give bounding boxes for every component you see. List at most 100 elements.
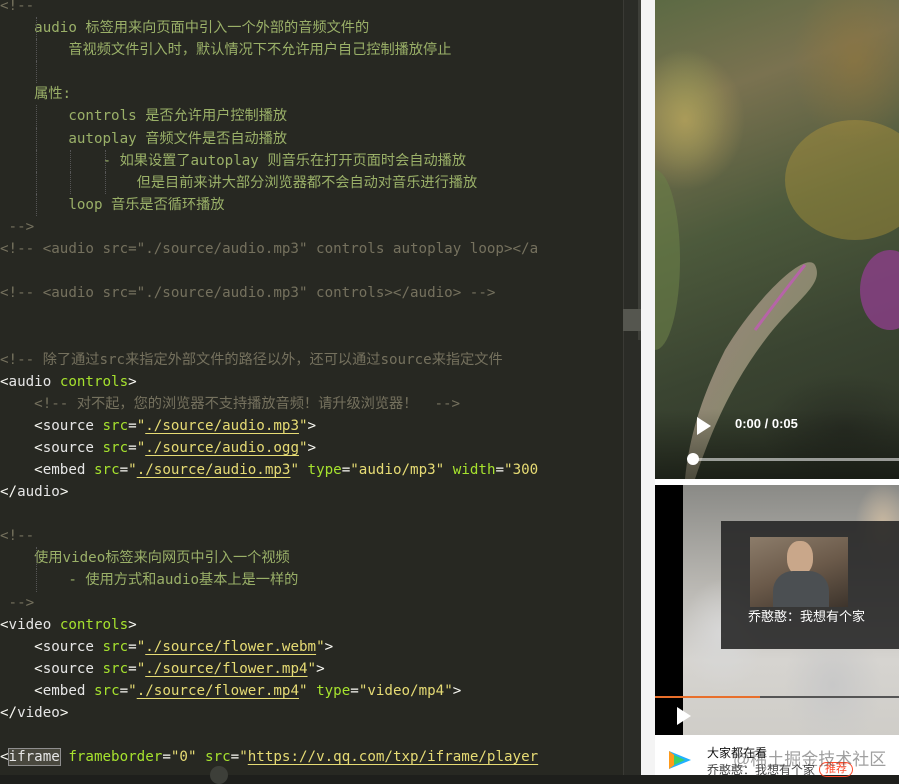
- iframe-progress-fill: [655, 696, 760, 698]
- code-line: <!-- 对不起，您的浏览器不支持播放音频！请升级浏览器！ -->: [0, 393, 538, 415]
- code-token: ": [128, 461, 137, 478]
- tencent-video-logo-icon[interactable]: [665, 745, 695, 775]
- indent-guide: [104, 171, 106, 194]
- code-token: source: [42, 439, 94, 456]
- code-line: <source src="./source/audio.mp3">: [0, 415, 538, 437]
- code-line: <source src="./source/audio.ogg">: [0, 437, 538, 459]
- indent-guide: [104, 149, 106, 172]
- code-token: autoplay 音频文件是否自动播放: [0, 130, 288, 147]
- code-line: [0, 61, 538, 84]
- code-token: >: [59, 484, 69, 501]
- code-line: <!--: [0, 0, 538, 17]
- code-line: <source src="./source/flower.mp4">: [0, 658, 538, 680]
- code-token: >: [128, 373, 137, 390]
- code-token: <: [0, 373, 9, 390]
- code-token: ./source/flower.webm: [145, 638, 317, 655]
- code-token: 使用video标签来向网页中引入一个视频: [0, 550, 290, 567]
- thumbnail-person-face: [787, 541, 813, 575]
- video-progress-track[interactable]: [693, 458, 899, 461]
- code-token: video: [8, 616, 52, 633]
- code-token: controls: [59, 373, 129, 390]
- code-token: src: [93, 682, 120, 699]
- code-token: 属性:: [0, 86, 72, 103]
- code-token: </: [0, 705, 18, 721]
- code-token: >: [452, 682, 462, 699]
- code-token: ./source/audio.mp3: [136, 461, 291, 478]
- code-lines: <!-- audio 标签用来向页面中引入一个外部的音频文件的 音视频文件引入时…: [0, 0, 538, 768]
- code-line: 但是目前来讲大部分浏览器都不会自动对音乐进行播放: [0, 171, 538, 194]
- code-line: <!-- <audio src="./source/audio.mp3" con…: [0, 238, 538, 260]
- code-token: frameborder: [68, 749, 163, 766]
- code-line: 音视频文件引入时，默认情况下不允许用户自己控制播放停止: [0, 39, 538, 62]
- code-token: =: [230, 749, 240, 766]
- code-token: width: [452, 461, 496, 478]
- code-token: =: [341, 461, 351, 478]
- code-token: >: [307, 417, 317, 434]
- code-line: <!-- <audio src="./source/audio.mp3" con…: [0, 282, 538, 304]
- code-token: ": [128, 682, 137, 699]
- code-token: =: [119, 682, 129, 699]
- code-token: src: [205, 749, 231, 766]
- code-token: =: [128, 638, 137, 655]
- iframe-video-area[interactable]: 乔憨憨：我想有个家: [655, 485, 899, 735]
- play-icon[interactable]: [697, 417, 711, 435]
- code-token: type: [307, 461, 342, 478]
- code-token: =: [128, 660, 137, 677]
- code-line: </video>: [0, 702, 538, 724]
- code-token: >: [324, 638, 334, 655]
- code-line: 属性:: [0, 83, 538, 105]
- code-token: -->: [0, 594, 35, 611]
- code-line: <!--: [0, 525, 538, 547]
- code-token: <: [0, 461, 43, 478]
- code-token: ": [136, 638, 146, 655]
- code-token: "audio/mp3": [350, 461, 445, 478]
- code-token: ": [298, 439, 308, 456]
- code-token: ": [316, 638, 325, 655]
- video-progress-thumb[interactable]: [687, 453, 699, 465]
- browser-preview: 0:00 / 0:05 乔憨憨：我想有个家 大家都在看 乔憨憨：我想有个家 推荐…: [655, 0, 899, 777]
- indent-guide: [36, 61, 38, 84]
- code-token: <!--: [0, 528, 35, 545]
- indent-guide: [36, 193, 38, 216]
- thumbnail-person-body: [773, 571, 829, 607]
- code-token: loop 音乐是否循环播放: [0, 196, 225, 213]
- recommendation-title[interactable]: 乔憨憨：我想有个家: [748, 606, 865, 625]
- code-token: src: [93, 461, 120, 478]
- scrollbar-thumb[interactable]: [623, 309, 641, 331]
- code-token: controls 是否允许用户控制播放: [0, 108, 288, 125]
- code-token: source: [42, 660, 94, 677]
- code-token: audio: [17, 484, 60, 501]
- code-token: iframe: [7, 748, 61, 767]
- pane-divider[interactable]: [641, 0, 655, 775]
- code-token: audio: [8, 373, 52, 390]
- indent-guide: [70, 149, 72, 172]
- code-token: source: [42, 638, 94, 655]
- code-token: https://v.qq.com/txp/iframe/player: [247, 749, 539, 766]
- code-token: =: [119, 461, 129, 478]
- video-time-display: 0:00 / 0:05: [735, 416, 798, 431]
- embedded-iframe-player[interactable]: 乔憨憨：我想有个家 大家都在看 乔憨憨：我想有个家 推荐 @稀土掘金技术社区: [655, 485, 899, 777]
- code-editor[interactable]: <!-- audio 标签用来向页面中引入一个外部的音频文件的 音视频文件引入时…: [0, 0, 623, 775]
- code-token: 但是目前来讲大部分浏览器都不会自动对音乐进行播放: [0, 174, 478, 191]
- code-token: ./source/audio.ogg: [145, 439, 299, 456]
- code-token: <!-- <audio src="./source/audio.mp3" con…: [0, 285, 496, 302]
- watermark: @稀土掘金技术社区: [733, 750, 887, 769]
- code-token: ./source/flower.mp4: [145, 660, 308, 677]
- video-player[interactable]: 0:00 / 0:05: [655, 0, 899, 479]
- code-token: =: [128, 417, 137, 434]
- code-line: controls 是否允许用户控制播放: [0, 105, 538, 128]
- code-token: ": [136, 417, 146, 434]
- code-line: -->: [0, 592, 538, 614]
- play-icon[interactable]: [677, 707, 691, 725]
- code-token: ": [298, 417, 308, 434]
- code-token: embed: [42, 461, 86, 478]
- horizontal-scroll-indicator[interactable]: [210, 766, 228, 784]
- code-token: >: [59, 705, 69, 721]
